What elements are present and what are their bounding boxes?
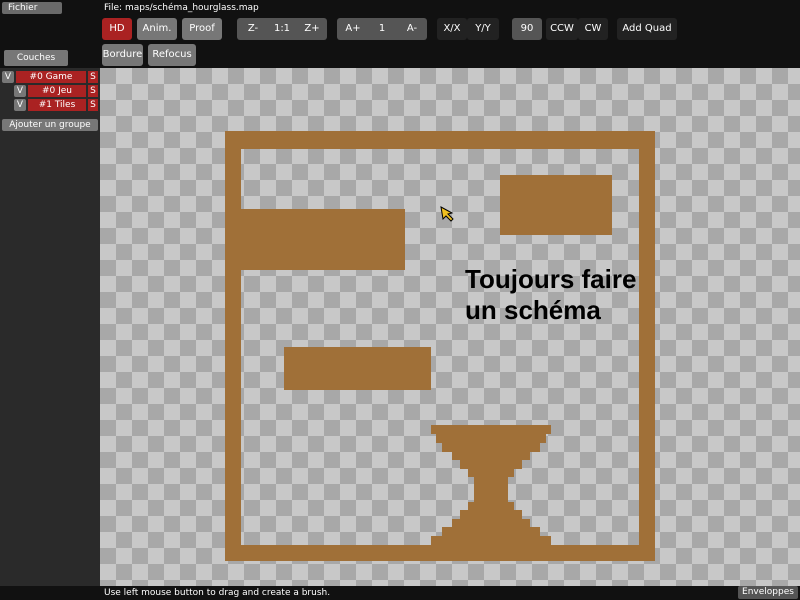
- border-button[interactable]: Bordure: [102, 44, 143, 66]
- add-group-button[interactable]: Ajouter un groupe: [2, 119, 98, 131]
- annotation-line-1: Toujours faire: [465, 264, 637, 294]
- layer-name[interactable]: #1 Tiles: [28, 99, 86, 111]
- visibility-toggle[interactable]: V: [2, 71, 14, 83]
- layer-group-row[interactable]: V #0 Game S: [2, 71, 98, 83]
- solo-toggle[interactable]: S: [88, 71, 98, 83]
- status-bar: Use left mouse button to drag and create…: [0, 586, 800, 600]
- anim-slower-button[interactable]: A-: [398, 18, 426, 40]
- zoom-in-button[interactable]: Z+: [298, 18, 326, 40]
- layers-tab[interactable]: Couches: [4, 50, 68, 66]
- proof-toggle-button[interactable]: Proof: [182, 18, 222, 40]
- anim-faster-button[interactable]: A+: [340, 18, 366, 40]
- rotate-ccw-button[interactable]: CCW: [546, 18, 578, 40]
- status-hint: Use left mouse button to drag and create…: [104, 588, 331, 598]
- envelopes-button[interactable]: Enveloppes: [738, 586, 798, 599]
- visibility-toggle[interactable]: V: [14, 85, 26, 97]
- menu-bar: Fichier File: maps/schéma_hourglass.map: [0, 0, 800, 16]
- map-platform: [500, 175, 612, 235]
- solo-toggle[interactable]: S: [88, 85, 98, 97]
- zoom-reset-button[interactable]: 1:1: [268, 18, 296, 40]
- rotation-angle-field[interactable]: 90: [512, 18, 542, 40]
- map-wall-top: [225, 131, 655, 149]
- file-path-label: File: maps/schéma_hourglass.map: [104, 3, 259, 13]
- layer-row[interactable]: V #0 Jeu S: [14, 85, 98, 97]
- animation-toggle-button[interactable]: Anim.: [137, 18, 177, 40]
- anim-speed-value: 1: [378, 23, 386, 34]
- visibility-toggle[interactable]: V: [14, 99, 26, 111]
- map-wall-right: [639, 131, 655, 561]
- map-canvas[interactable]: Toujours faire un schéma: [100, 68, 800, 586]
- flip-x-button[interactable]: X/X: [437, 18, 467, 40]
- zoom-out-button[interactable]: Z-: [240, 18, 266, 40]
- rotate-cw-button[interactable]: CW: [578, 18, 608, 40]
- layer-name[interactable]: #0 Jeu: [28, 85, 86, 97]
- layer-row[interactable]: V #1 Tiles S: [14, 99, 98, 111]
- toolbar: HD Anim. Proof Z- 1:1 Z+ A+ 1 A- X/X Y/Y…: [0, 16, 800, 68]
- map-wall-left: [225, 131, 241, 561]
- flip-y-button[interactable]: Y/Y: [467, 18, 499, 40]
- mouse-cursor-icon: [440, 206, 454, 222]
- map-platform: [284, 347, 431, 390]
- annotation-line-2: un schéma: [465, 295, 601, 325]
- refocus-button[interactable]: Refocus: [148, 44, 196, 66]
- layers-panel: Couches V #0 Game S V #0 Jeu S V #1 Tile…: [0, 50, 100, 600]
- add-quad-button[interactable]: Add Quad: [617, 18, 677, 40]
- file-menu-button[interactable]: Fichier: [2, 2, 62, 14]
- hd-toggle-button[interactable]: HD: [102, 18, 132, 40]
- canvas-annotation-text: Toujours faire un schéma: [465, 264, 636, 326]
- map-platform: [241, 209, 405, 270]
- solo-toggle[interactable]: S: [88, 99, 98, 111]
- layer-group-name[interactable]: #0 Game: [16, 71, 86, 83]
- map-wall-bottom: [225, 545, 655, 561]
